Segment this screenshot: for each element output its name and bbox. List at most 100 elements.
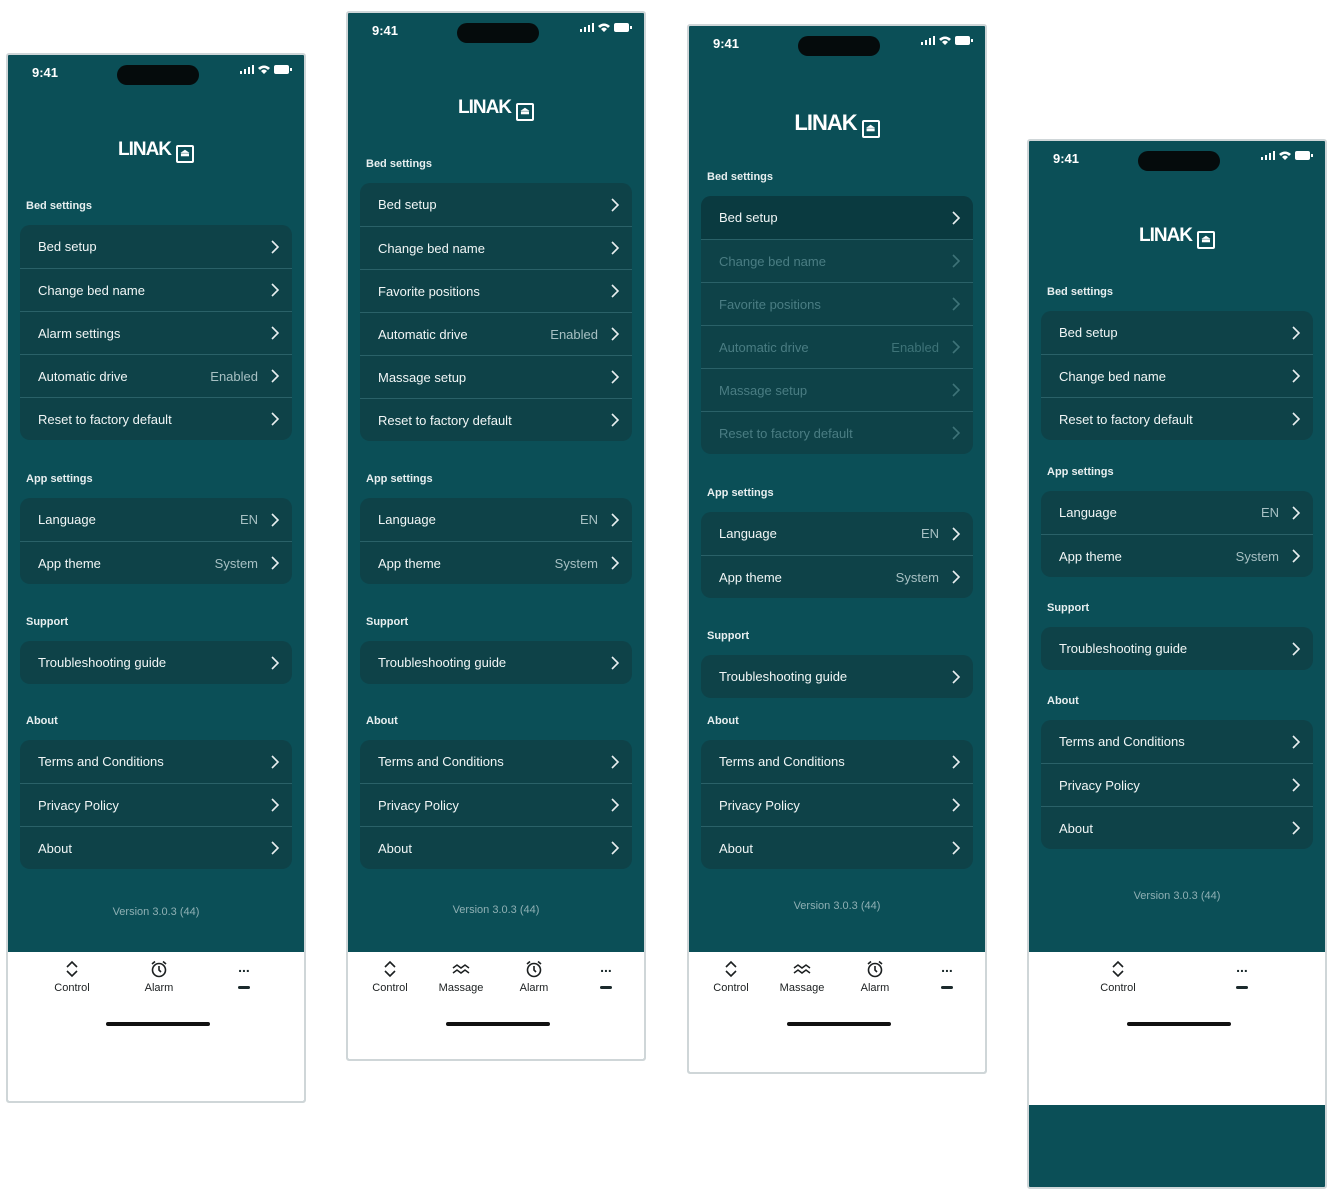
status-bar: 9:41	[689, 26, 985, 66]
row-label: Terms and Conditions	[378, 754, 504, 769]
language-row[interactable]: Language EN	[1041, 491, 1313, 534]
chevron-right-icon	[271, 283, 280, 297]
chevron-right-icon	[952, 426, 961, 440]
more-icon[interactable]: ...	[1235, 960, 1249, 974]
privacy-row[interactable]: Privacy Policy	[20, 783, 292, 826]
terms-row[interactable]: Terms and Conditions	[701, 740, 973, 783]
section-about: About	[1047, 695, 1079, 707]
row-value: Enabled	[210, 368, 258, 384]
battery-icon	[614, 23, 632, 32]
chevron-right-icon	[1292, 549, 1301, 563]
linak-bed-icon: ⏏	[516, 103, 535, 121]
chevron-right-icon	[611, 327, 620, 341]
language-row[interactable]: Language EN	[20, 498, 292, 541]
tab-control[interactable]: Control	[355, 960, 425, 994]
tab-control[interactable]: Control	[696, 960, 766, 994]
support-group: Troubleshooting guide	[701, 655, 973, 698]
section-bed-settings: Bed settings	[366, 158, 433, 170]
troubleshooting-row[interactable]: Troubleshooting guide	[360, 641, 632, 684]
more-icon[interactable]: ...	[599, 960, 613, 974]
about-row[interactable]: About	[20, 826, 292, 869]
favorite-positions-row[interactable]: Favorite positions	[360, 269, 632, 312]
chevron-right-icon	[271, 798, 280, 812]
tab-massage[interactable]: Massage	[767, 960, 837, 994]
row-label: Automatic drive	[38, 368, 128, 384]
status-time: 9:41	[32, 65, 59, 80]
bed-setup-row[interactable]: Bed setup	[1041, 311, 1313, 354]
status-time: 9:41	[372, 23, 399, 38]
row-value: System	[895, 569, 939, 585]
chevron-right-icon	[952, 526, 961, 541]
section-app-settings: App settings	[366, 473, 433, 485]
linak-bed-icon: ⏏	[861, 120, 880, 138]
row-label: Privacy Policy	[378, 797, 459, 813]
about-group: Terms and Conditions Privacy Policy Abou…	[20, 740, 292, 869]
privacy-row[interactable]: Privacy Policy	[360, 783, 632, 826]
terms-row[interactable]: Terms and Conditions	[360, 740, 632, 783]
alarm-settings-row[interactable]: Alarm settings	[20, 311, 292, 354]
chevron-right-icon	[1292, 778, 1301, 792]
reset-factory-row[interactable]: Reset to factory default	[20, 397, 292, 440]
support-group: Troubleshooting guide	[20, 641, 292, 684]
about-row[interactable]: About	[360, 826, 632, 869]
app-theme-row[interactable]: App theme System	[701, 555, 973, 598]
language-row[interactable]: Language EN	[360, 498, 632, 541]
tab-control[interactable]: Control	[1083, 960, 1153, 994]
app-theme-row[interactable]: App theme System	[360, 541, 632, 584]
app-theme-row[interactable]: App theme System	[20, 541, 292, 584]
tab-alarm[interactable]: Alarm	[840, 960, 910, 994]
alarm-clock-icon	[867, 960, 883, 978]
change-bed-name-row[interactable]: Change bed name	[20, 268, 292, 311]
troubleshooting-row[interactable]: Troubleshooting guide	[1041, 627, 1313, 670]
tab-massage[interactable]: Massage	[426, 960, 496, 994]
about-row[interactable]: About	[1041, 806, 1313, 849]
privacy-row[interactable]: Privacy Policy	[1041, 763, 1313, 806]
reset-factory-row[interactable]: Reset to factory default	[360, 398, 632, 441]
section-app-settings: App settings	[26, 473, 93, 485]
section-about: About	[707, 715, 739, 727]
terms-row[interactable]: Terms and Conditions	[1041, 720, 1313, 763]
terms-row[interactable]: Terms and Conditions	[20, 740, 292, 783]
tab-alarm[interactable]: Alarm	[124, 960, 194, 994]
chevron-right-icon	[271, 512, 280, 527]
about-row[interactable]: About	[701, 826, 973, 869]
row-label: Troubleshooting guide	[719, 669, 848, 684]
change-bed-name-row[interactable]: Change bed name	[360, 226, 632, 269]
tab-alarm[interactable]: Alarm	[499, 960, 569, 994]
tab-control[interactable]: Control	[37, 960, 107, 994]
tab-label: Alarm	[860, 982, 890, 994]
row-label: Bed setup	[719, 210, 778, 225]
bed-setup-row[interactable]: Bed setup	[360, 183, 632, 226]
alarm-clock-icon	[151, 960, 167, 978]
app-theme-row[interactable]: App theme System	[1041, 534, 1313, 577]
row-value: System	[214, 555, 258, 571]
language-row[interactable]: Language EN	[701, 512, 973, 555]
more-icon[interactable]: ...	[237, 960, 251, 974]
status-bar: 9:41	[1029, 141, 1325, 181]
status-time: 9:41	[1053, 151, 1080, 166]
chevron-right-icon	[952, 570, 961, 584]
version-text: Version 3.0.3 (44)	[793, 900, 881, 912]
privacy-row[interactable]: Privacy Policy	[701, 783, 973, 826]
status-icons	[921, 36, 973, 45]
row-label: App theme	[378, 555, 441, 571]
bed-setup-row[interactable]: Bed setup	[20, 225, 292, 268]
bed-settings-group: Bed setup Change bed name Favorite posit…	[360, 183, 632, 441]
troubleshooting-row[interactable]: Troubleshooting guide	[701, 655, 973, 698]
about-group: Terms and Conditions Privacy Policy Abou…	[360, 740, 632, 869]
more-icon[interactable]: ...	[940, 960, 954, 974]
tab-bar: Control Massage Alarm ...	[348, 952, 644, 1059]
massage-setup-row[interactable]: Massage setup	[360, 355, 632, 398]
chevron-right-icon	[611, 841, 620, 855]
row-label: Reset to factory default	[378, 412, 512, 428]
chevron-right-icon	[611, 370, 620, 384]
row-value: Enabled	[550, 326, 598, 342]
change-bed-name-row[interactable]: Change bed name	[1041, 354, 1313, 397]
reset-factory-row[interactable]: Reset to factory default	[1041, 397, 1313, 440]
automatic-drive-row[interactable]: Automatic drive Enabled	[360, 312, 632, 355]
version-text: Version 3.0.3 (44)	[1133, 890, 1221, 902]
about-group: Terms and Conditions Privacy Policy Abou…	[701, 740, 973, 869]
automatic-drive-row[interactable]: Automatic drive Enabled	[20, 354, 292, 397]
troubleshooting-row[interactable]: Troubleshooting guide	[20, 641, 292, 684]
bed-setup-row[interactable]: Bed setup	[701, 196, 973, 239]
